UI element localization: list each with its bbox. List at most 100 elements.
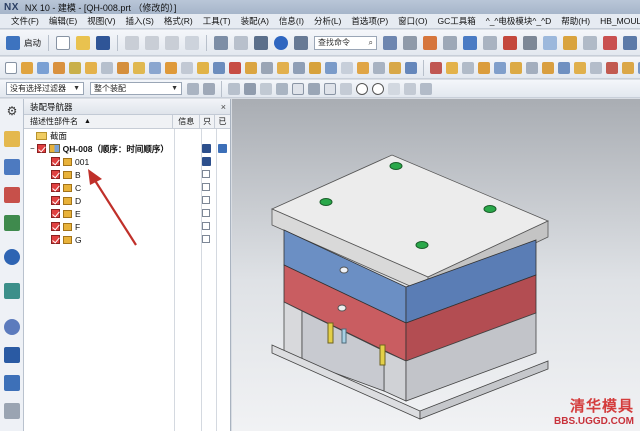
- menu-hb-mould[interactable]: HB_MOULD M6.5: [595, 16, 640, 26]
- selection-rectangle-icon[interactable]: [228, 82, 240, 95]
- part-navigator-tab-icon[interactable]: [4, 187, 20, 203]
- edge-blend-icon[interactable]: [229, 61, 241, 74]
- pocket-icon[interactable]: [117, 61, 129, 74]
- extrude-icon[interactable]: [423, 35, 437, 50]
- selection-scope-dropdown[interactable]: 整个装配 ▼: [90, 82, 182, 95]
- menu-assembly[interactable]: 装配(A): [236, 15, 274, 27]
- menu-gc-toolbox[interactable]: GC工具箱: [432, 15, 480, 27]
- sketch-icon[interactable]: [543, 35, 557, 50]
- menu-preferences[interactable]: 首选项(P): [346, 15, 393, 27]
- select-all-icon[interactable]: [203, 82, 215, 95]
- snap-point-icon[interactable]: [276, 82, 288, 95]
- move-object-icon[interactable]: [403, 35, 417, 50]
- cone-icon[interactable]: [53, 61, 65, 74]
- offset-curve-icon[interactable]: [583, 35, 597, 50]
- graphics-window[interactable]: 清华模具 BBS.UGGD.COM: [232, 99, 640, 431]
- new-file-icon[interactable]: [56, 35, 71, 50]
- menu-electrode-module[interactable]: ^_^电极模块^_^D: [481, 15, 557, 27]
- clock-icon[interactable]: [4, 319, 20, 335]
- paste-icon[interactable]: [165, 35, 180, 50]
- measure-distance-icon[interactable]: [443, 35, 457, 50]
- feature-curve-icon[interactable]: [244, 82, 256, 95]
- boss-icon[interactable]: [101, 61, 113, 74]
- menu-tools[interactable]: 工具(T): [198, 15, 236, 27]
- sphere-icon[interactable]: [69, 61, 81, 74]
- existing-point-icon[interactable]: [388, 82, 400, 95]
- trim-icon[interactable]: [623, 35, 637, 50]
- menu-view[interactable]: 视图(V): [82, 15, 120, 27]
- point-on-curve-icon[interactable]: [404, 82, 416, 95]
- replace-face-icon[interactable]: [405, 61, 417, 74]
- paste-face-icon[interactable]: [510, 61, 522, 74]
- delete-icon[interactable]: [185, 35, 200, 50]
- gear-icon[interactable]: ⚙: [4, 103, 20, 119]
- copy-icon[interactable]: [145, 35, 160, 50]
- copy-face-icon[interactable]: [494, 61, 506, 74]
- hole-icon[interactable]: [85, 61, 97, 74]
- split-body-icon[interactable]: [325, 61, 337, 74]
- redo-icon[interactable]: [234, 35, 249, 50]
- intersection-snap-icon[interactable]: [340, 82, 352, 95]
- unite-icon[interactable]: [181, 61, 193, 74]
- layer-settings-icon[interactable]: [383, 35, 397, 50]
- command-finder-icon[interactable]: [294, 35, 309, 50]
- groove-icon[interactable]: [165, 61, 177, 74]
- quadrant-point-icon[interactable]: [372, 82, 384, 95]
- make-coplanar-icon[interactable]: [590, 61, 602, 74]
- menu-analysis[interactable]: 分析(L): [309, 15, 346, 27]
- roles-tab-icon[interactable]: [4, 375, 20, 391]
- type-filter-dropdown[interactable]: 没有选择过滤器 ▼: [6, 82, 84, 95]
- csys-icon[interactable]: [483, 35, 497, 50]
- open-folder-icon[interactable]: [76, 35, 91, 50]
- datum-plane-icon[interactable]: [523, 35, 537, 50]
- mirror-feature-icon[interactable]: [357, 61, 369, 74]
- projection-icon[interactable]: [603, 35, 617, 50]
- menu-window[interactable]: 窗口(O): [393, 15, 432, 27]
- pad-icon[interactable]: [133, 61, 145, 74]
- assembly-navigator-tab-icon[interactable]: [4, 131, 20, 147]
- arc-center-icon[interactable]: [356, 82, 368, 95]
- feature-face-icon[interactable]: [260, 82, 272, 95]
- save-icon[interactable]: [96, 35, 111, 50]
- repeat-command-icon[interactable]: [254, 35, 269, 50]
- menu-insert[interactable]: 插入(S): [121, 15, 159, 27]
- block-icon[interactable]: [21, 61, 33, 74]
- chamfer-icon[interactable]: [245, 61, 257, 74]
- menu-edit[interactable]: 编辑(E): [44, 15, 82, 27]
- general-selection-icon[interactable]: [187, 82, 199, 95]
- make-coaxial-icon[interactable]: [606, 61, 618, 74]
- shell-icon[interactable]: [261, 61, 273, 74]
- system-scene-tab-icon[interactable]: [4, 403, 20, 419]
- pattern-face-icon[interactable]: [526, 61, 538, 74]
- wcs-icon[interactable]: [463, 35, 477, 50]
- resize-blend-icon[interactable]: [478, 61, 490, 74]
- slot-icon[interactable]: [149, 61, 161, 74]
- draft-icon[interactable]: [277, 61, 289, 74]
- history-tab-icon[interactable]: [4, 283, 20, 299]
- thicken-icon[interactable]: [389, 61, 401, 74]
- curve-icon[interactable]: [563, 35, 577, 50]
- cylinder-icon[interactable]: [37, 61, 49, 74]
- subtract-icon[interactable]: [197, 61, 209, 74]
- intersect-icon[interactable]: [213, 61, 225, 74]
- trim-body-icon[interactable]: [309, 61, 321, 74]
- menu-information[interactable]: 信息(I): [274, 15, 309, 27]
- pull-face-icon[interactable]: [462, 61, 474, 74]
- cut-icon[interactable]: [125, 35, 140, 50]
- undo-icon[interactable]: [214, 35, 229, 50]
- pattern-feature-icon[interactable]: [341, 61, 353, 74]
- delete-face-icon[interactable]: [430, 61, 442, 74]
- menu-file[interactable]: 文件(F): [6, 15, 44, 27]
- move-face-icon[interactable]: [446, 61, 458, 74]
- label-chamfer-icon[interactable]: [574, 61, 586, 74]
- reuse-library-tab-icon[interactable]: [4, 215, 20, 231]
- constraint-navigator-tab-icon[interactable]: [4, 159, 20, 175]
- make-tangent-icon[interactable]: [622, 61, 634, 74]
- mirror-face-icon[interactable]: [542, 61, 554, 74]
- midpoint-snap-icon[interactable]: [308, 82, 320, 95]
- menu-help[interactable]: 帮助(H): [556, 15, 595, 27]
- offset-region-icon[interactable]: [558, 61, 570, 74]
- web-browser-tab-icon[interactable]: [4, 249, 20, 265]
- start-label[interactable]: 启动: [24, 37, 41, 49]
- process-studio-tab-icon[interactable]: [4, 347, 20, 363]
